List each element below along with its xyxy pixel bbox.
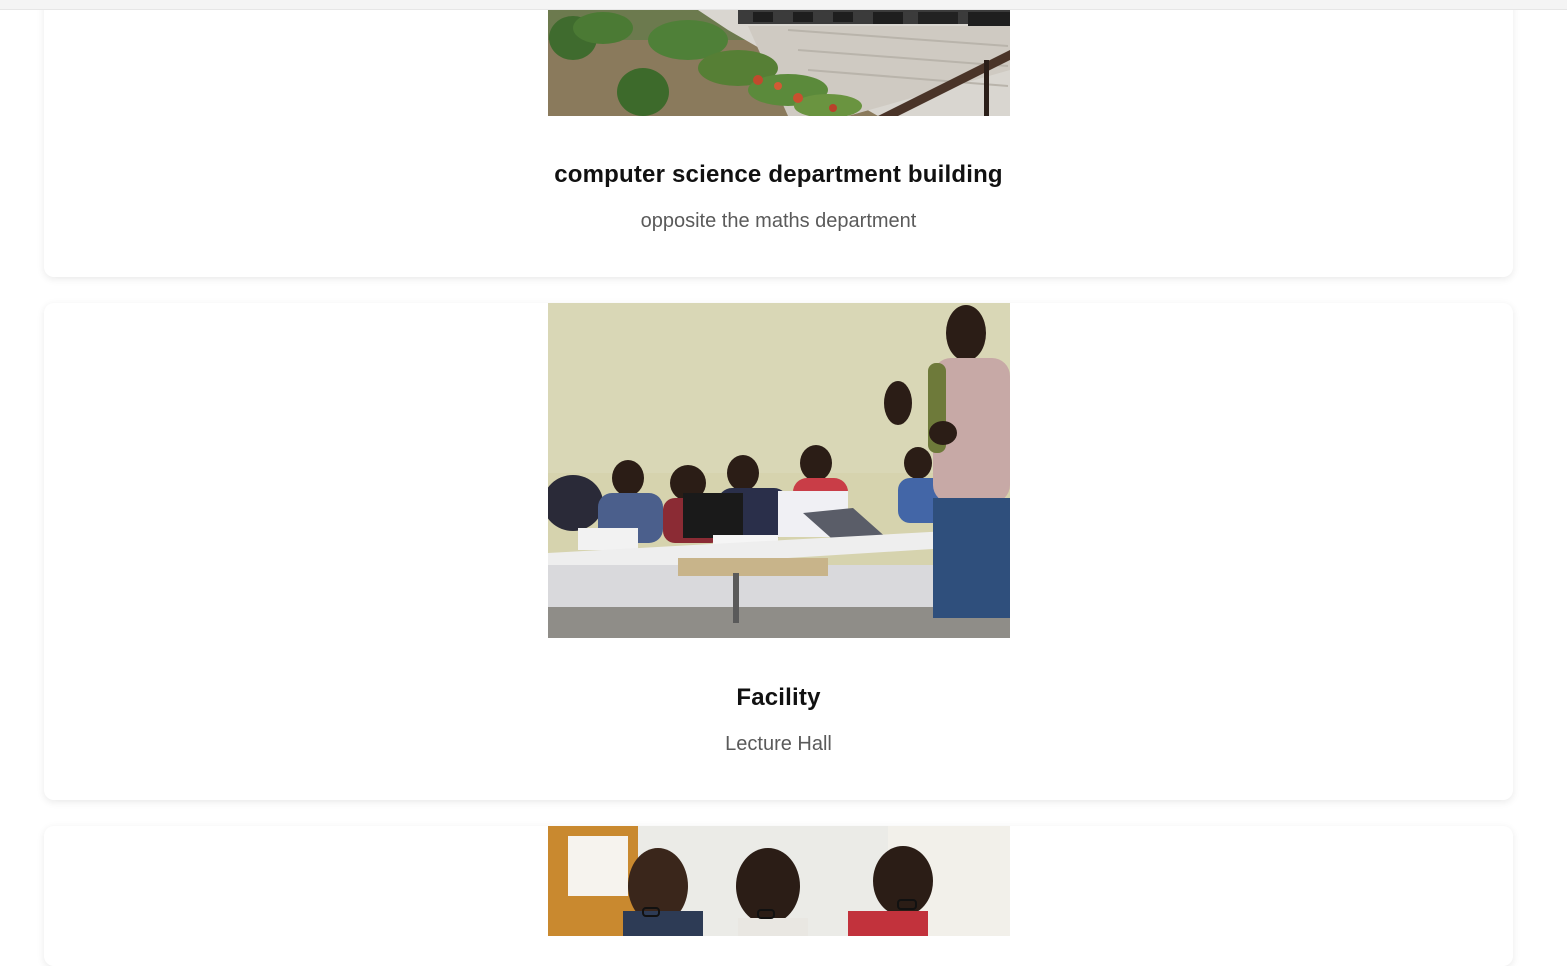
building-photo [548, 10, 1010, 116]
facility-card: Facility Lecture Hall [44, 303, 1513, 800]
card-title: Facility [736, 684, 821, 711]
students-photo [548, 826, 1010, 936]
facility-card [44, 826, 1513, 966]
card-subtitle: opposite the maths department [640, 210, 917, 232]
lecture-hall-photo [548, 303, 1010, 638]
facility-card: computer science department building opp… [44, 0, 1513, 277]
card-title: computer science department building [554, 161, 1003, 188]
card-subtitle: Lecture Hall [725, 733, 832, 755]
browser-top-edge [0, 0, 1567, 10]
